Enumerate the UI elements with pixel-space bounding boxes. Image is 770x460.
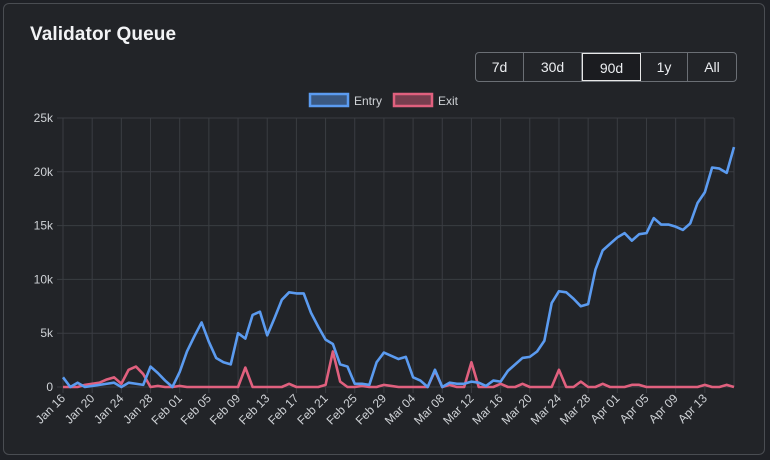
x-tick-label: Jan 28 bbox=[120, 391, 156, 427]
x-tick-label: Mar 28 bbox=[557, 391, 594, 428]
x-tick-label: Jan 20 bbox=[62, 391, 98, 427]
legend-swatch-exit[interactable] bbox=[392, 92, 434, 108]
legend-label-exit[interactable]: Exit bbox=[438, 94, 459, 108]
y-tick-label: 25k bbox=[34, 111, 54, 125]
legend[interactable]: Entry Exit bbox=[308, 92, 459, 108]
x-tick-label: Jan 24 bbox=[91, 391, 127, 427]
validator-queue-chart: 0 5k 10k 15k 20k 25k Jan 16Jan 20Jan 24Jan 28… bbox=[33, 92, 736, 428]
x-tick-label: Feb 05 bbox=[178, 391, 215, 428]
x-tick-label: Apr 13 bbox=[675, 391, 710, 426]
x-tick-label: Mar 20 bbox=[499, 391, 536, 428]
x-tick-label: Mar 08 bbox=[411, 391, 448, 428]
x-tick-label: Apr 05 bbox=[617, 391, 652, 426]
x-tick-label: Feb 25 bbox=[324, 391, 361, 428]
legend-label-entry[interactable]: Entry bbox=[354, 94, 382, 108]
x-tick-label: Mar 04 bbox=[382, 391, 419, 428]
y-tick-label: 15k bbox=[34, 219, 54, 233]
x-tick-label: Feb 01 bbox=[149, 391, 186, 428]
y-tick-label: 10k bbox=[34, 272, 54, 286]
x-tick-label: Mar 24 bbox=[528, 391, 565, 428]
entry-line bbox=[61, 146, 736, 389]
x-tick-label: Mar 16 bbox=[469, 391, 506, 428]
x-tick-label: Feb 21 bbox=[294, 391, 331, 428]
x-tick-label: Feb 09 bbox=[207, 391, 244, 428]
y-axis-ticks: 0 5k 10k 15k 20k 25k bbox=[34, 111, 54, 394]
x-axis-ticks: Jan 16Jan 20Jan 24Jan 28Feb 01Feb 05Feb … bbox=[33, 391, 710, 428]
x-tick-label: Apr 01 bbox=[588, 391, 623, 426]
x-tick-label: Mar 12 bbox=[440, 391, 477, 428]
grid bbox=[57, 117, 735, 393]
x-tick-label: Feb 13 bbox=[236, 391, 273, 428]
x-tick-label: Feb 29 bbox=[353, 391, 390, 428]
series-lines bbox=[61, 146, 736, 389]
x-tick-label: Apr 09 bbox=[646, 391, 681, 426]
y-tick-label: 5k bbox=[40, 326, 54, 340]
legend-swatch-entry[interactable] bbox=[308, 92, 350, 108]
x-tick-label: Jan 16 bbox=[33, 391, 69, 427]
y-tick-label: 20k bbox=[34, 165, 54, 179]
x-tick-label: Feb 17 bbox=[265, 391, 302, 428]
y-tick-label: 0 bbox=[46, 380, 53, 394]
exit-line bbox=[63, 350, 735, 389]
